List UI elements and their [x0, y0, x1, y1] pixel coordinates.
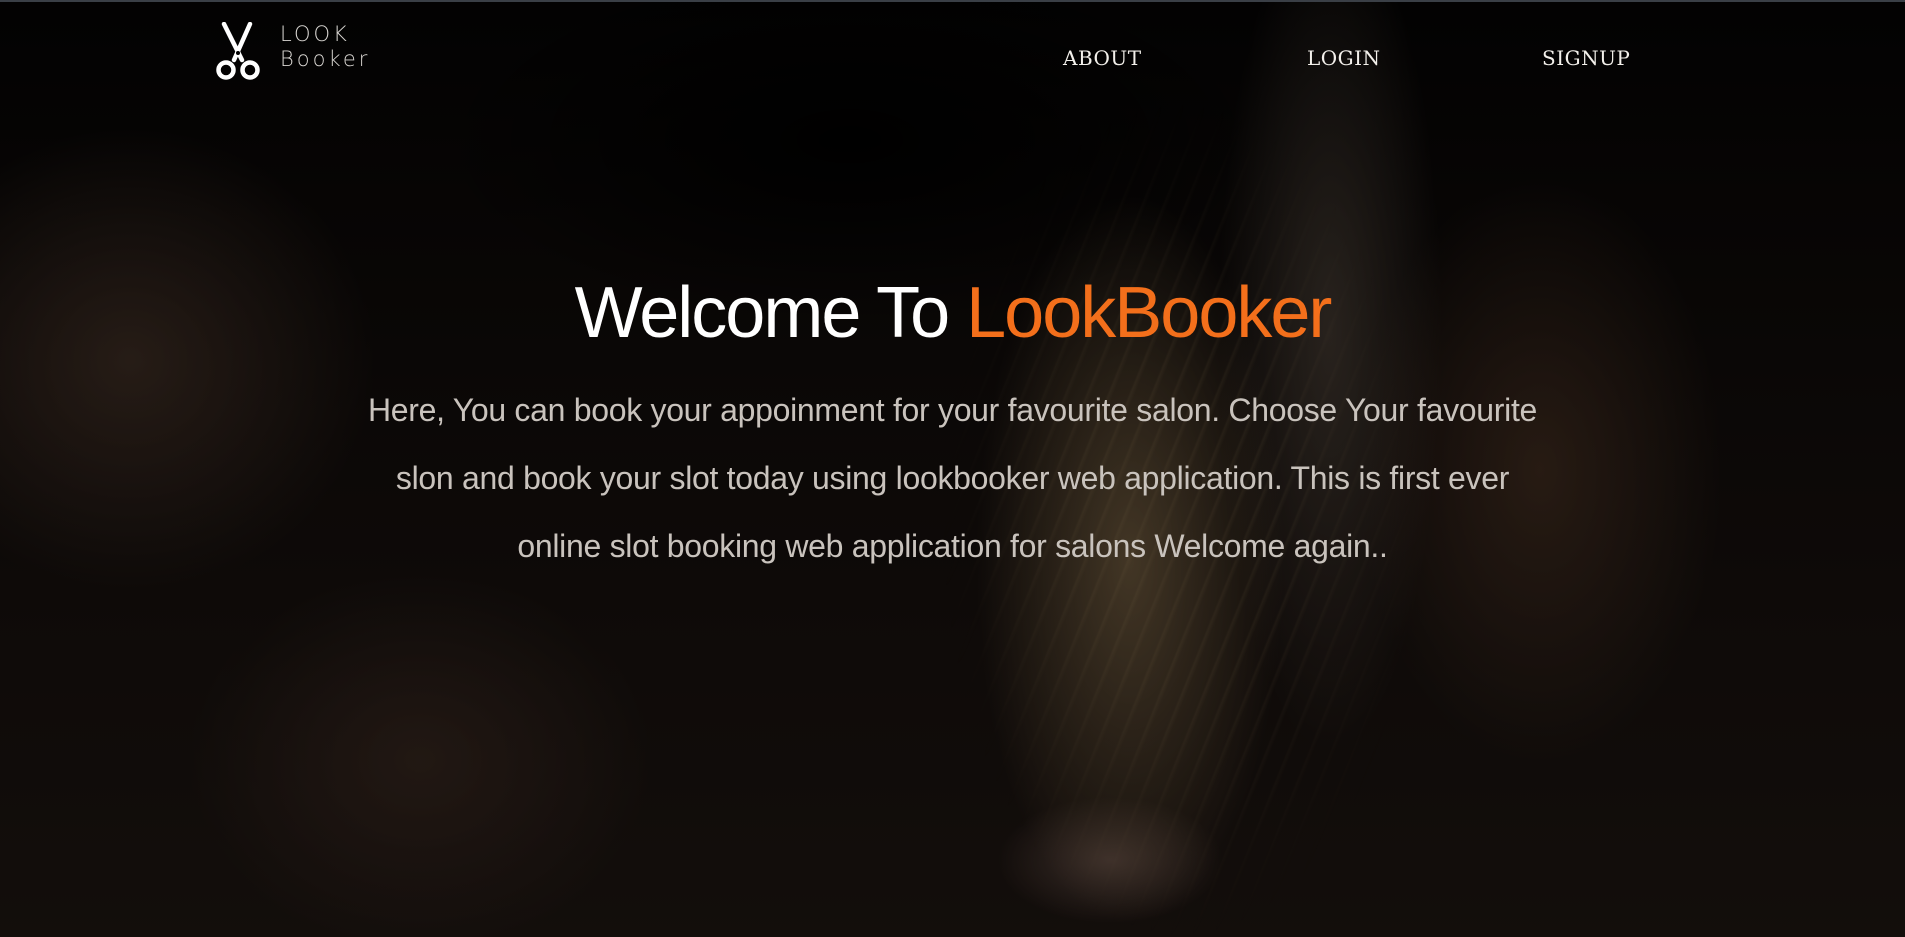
- hero-title-brand: LookBooker: [966, 273, 1332, 353]
- main-nav: ABOUT LOGIN SIGNUP: [0, 46, 1905, 76]
- nav-login-link[interactable]: LOGIN: [1307, 46, 1381, 70]
- hero-title: Welcome To LookBooker: [0, 258, 1905, 368]
- nav-signup-link[interactable]: SIGNUP: [1542, 46, 1630, 70]
- hero-section: Welcome To LookBooker Here, You can book…: [0, 258, 1905, 580]
- site-header: LOOK Booker ABOUT LOGIN SIGNUP: [0, 0, 1905, 110]
- logo-line-1: LOOK: [280, 22, 350, 46]
- nav-about-link[interactable]: ABOUT: [1063, 46, 1142, 70]
- hero-description: Here, You can book your appoinment for y…: [367, 392, 1538, 564]
- landing-page: LOOK Booker ABOUT LOGIN SIGNUP Welcome T…: [0, 0, 1905, 937]
- hero-title-prefix: Welcome To: [574, 273, 967, 353]
